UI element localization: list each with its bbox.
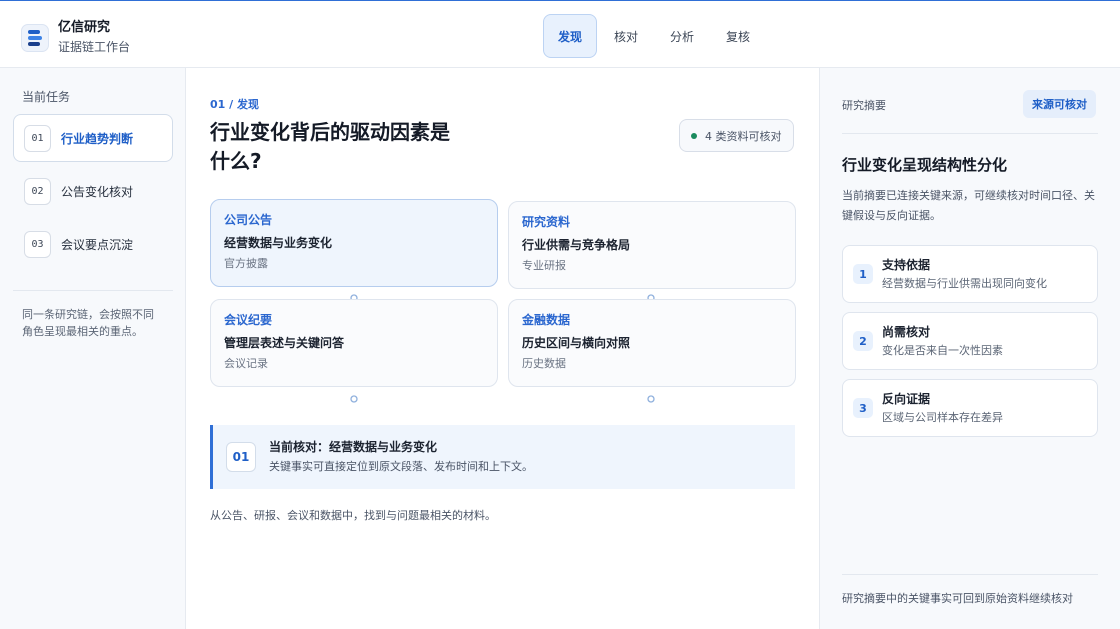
task-number: 01 — [24, 124, 51, 152]
source-card-financial[interactable]: 金融数据 历史区间与横向对照 历史数据 — [508, 299, 796, 387]
panel-footer-text: 研究摘要中的关键事实可回到原始资料继续核对 — [842, 592, 1073, 605]
evidence-point-counter[interactable]: 3 反向证据 区域与公司样本存在差异 — [842, 379, 1098, 437]
sidebar-item-meeting-notes[interactable]: 03 会议要点沉淀 — [13, 220, 173, 268]
evidence-point-pending[interactable]: 2 尚需核对 变化是否来自一次性因素 — [842, 312, 1098, 370]
point-subtitle: 经营数据与行业供需出现同向变化 — [882, 276, 1047, 290]
task-number: 03 — [24, 230, 51, 258]
point-number: 2 — [853, 331, 873, 351]
card-title: 行业供需与竞争格局 — [522, 238, 631, 252]
source-card-research[interactable]: 研究资料 行业供需与竞争格局 专业研报 — [508, 201, 796, 289]
task-sidebar: 当前任务 01 行业趋势判断 02 公告变化核对 03 会议要点沉淀 同一条研究… — [0, 68, 186, 629]
point-number: 1 — [853, 264, 873, 284]
point-subtitle: 区域与公司样本存在差异 — [882, 410, 1003, 424]
point-title: 尚需核对 — [882, 324, 931, 339]
sidebar-title: 当前任务 — [22, 90, 71, 104]
point-title: 支持依据 — [882, 257, 931, 272]
sidebar-divider — [13, 290, 173, 291]
card-subtitle: 会议记录 — [224, 357, 268, 370]
source-card-meeting[interactable]: 会议纪要 管理层表述与关键问答 会议记录 — [210, 299, 498, 387]
point-number: 3 — [853, 398, 873, 418]
page-title: 行业变化背后的驱动因素是什么? — [210, 120, 450, 173]
tab-discover[interactable]: 发现 — [543, 14, 598, 58]
card-type: 会议纪要 — [224, 313, 273, 327]
step-eyebrow: 01 / 发现 — [210, 98, 259, 111]
source-count-badge: 4 类资料可核对 — [679, 119, 794, 152]
card-type: 公司公告 — [224, 213, 273, 227]
point-subtitle: 变化是否来自一次性因素 — [882, 343, 1003, 357]
tab-review[interactable]: 复核 — [711, 14, 765, 58]
task-label: 会议要点沉淀 — [61, 237, 134, 252]
brand-subtitle: 证据链工作台 — [58, 40, 131, 54]
top-bar: 亿信研究 证据链工作台 发现 核对 分析 复核 — [0, 1, 1120, 68]
card-type: 金融数据 — [522, 313, 571, 327]
main-content: 01 / 发现 行业变化背后的驱动因素是什么? 4 类资料可核对 公司公告 经营… — [186, 68, 819, 629]
main-nav: 发现 核对 分析 复核 — [543, 14, 767, 58]
main-footer-text: 从公告、研报、会议和数据中，找到与问题最相关的材料。 — [210, 509, 496, 522]
callout-subtitle: 关键事实可直接定位到原文段落、发布时间和上下文。 — [269, 460, 533, 473]
card-subtitle: 官方披露 — [224, 257, 268, 270]
source-count-label: 4 类资料可核对 — [705, 129, 782, 143]
tab-analyze[interactable]: 分析 — [655, 14, 709, 58]
card-subtitle: 历史数据 — [522, 357, 566, 370]
task-label: 公告变化核对 — [61, 184, 134, 199]
brand-name: 亿信研究 — [58, 20, 111, 35]
panel-footer-divider — [842, 574, 1098, 575]
card-subtitle: 专业研报 — [522, 259, 566, 272]
summary-title: 行业变化呈现结构性分化 — [842, 156, 1008, 174]
sidebar-item-announcement-check[interactable]: 02 公告变化核对 — [13, 167, 173, 215]
card-title: 管理层表述与关键问答 — [224, 336, 345, 350]
source-card-announcement[interactable]: 公司公告 经营数据与业务变化 官方披露 — [210, 199, 498, 287]
sidebar-item-industry-trend[interactable]: 01 行业趋势判断 — [13, 114, 173, 162]
brand[interactable]: 亿信研究 证据链工作台 — [21, 20, 130, 55]
card-title: 经营数据与业务变化 — [224, 236, 333, 250]
card-title: 历史区间与横向对照 — [522, 336, 631, 350]
task-number: 02 — [24, 177, 51, 205]
task-label: 行业趋势判断 — [61, 131, 134, 146]
summary-description: 当前摘要已连接关键来源，可继续核对时间口径、关键假设与反向证据。 — [842, 189, 1095, 222]
summary-divider — [842, 133, 1098, 134]
callout-number: 01 — [226, 442, 256, 472]
app-window: 亿信研究 证据链工作台 发现 核对 分析 复核 当前任务 01 行业趋势判断 0… — [0, 0, 1120, 629]
callout-title: 当前核对：经营数据与业务变化 — [269, 440, 438, 454]
sidebar-note: 同一条研究链，会按照不同角色呈现最相关的重点。 — [22, 308, 154, 338]
tab-verify[interactable]: 核对 — [599, 14, 653, 58]
point-title: 反向证据 — [882, 391, 931, 406]
stacked-bars-logo-icon — [21, 23, 49, 52]
status-dot-icon — [691, 132, 697, 139]
card-type: 研究资料 — [522, 215, 571, 229]
summary-panel: 研究摘要 来源可核对 行业变化呈现结构性分化 当前摘要已连接关键来源，可继续核对… — [819, 68, 1120, 629]
summary-label: 研究摘要 — [842, 99, 886, 112]
verifiable-badge[interactable]: 来源可核对 — [1023, 90, 1096, 118]
current-check-callout: 01 当前核对：经营数据与业务变化 关键事实可直接定位到原文段落、发布时间和上下… — [210, 425, 795, 489]
evidence-point-support[interactable]: 1 支持依据 经营数据与行业供需出现同向变化 — [842, 245, 1098, 303]
